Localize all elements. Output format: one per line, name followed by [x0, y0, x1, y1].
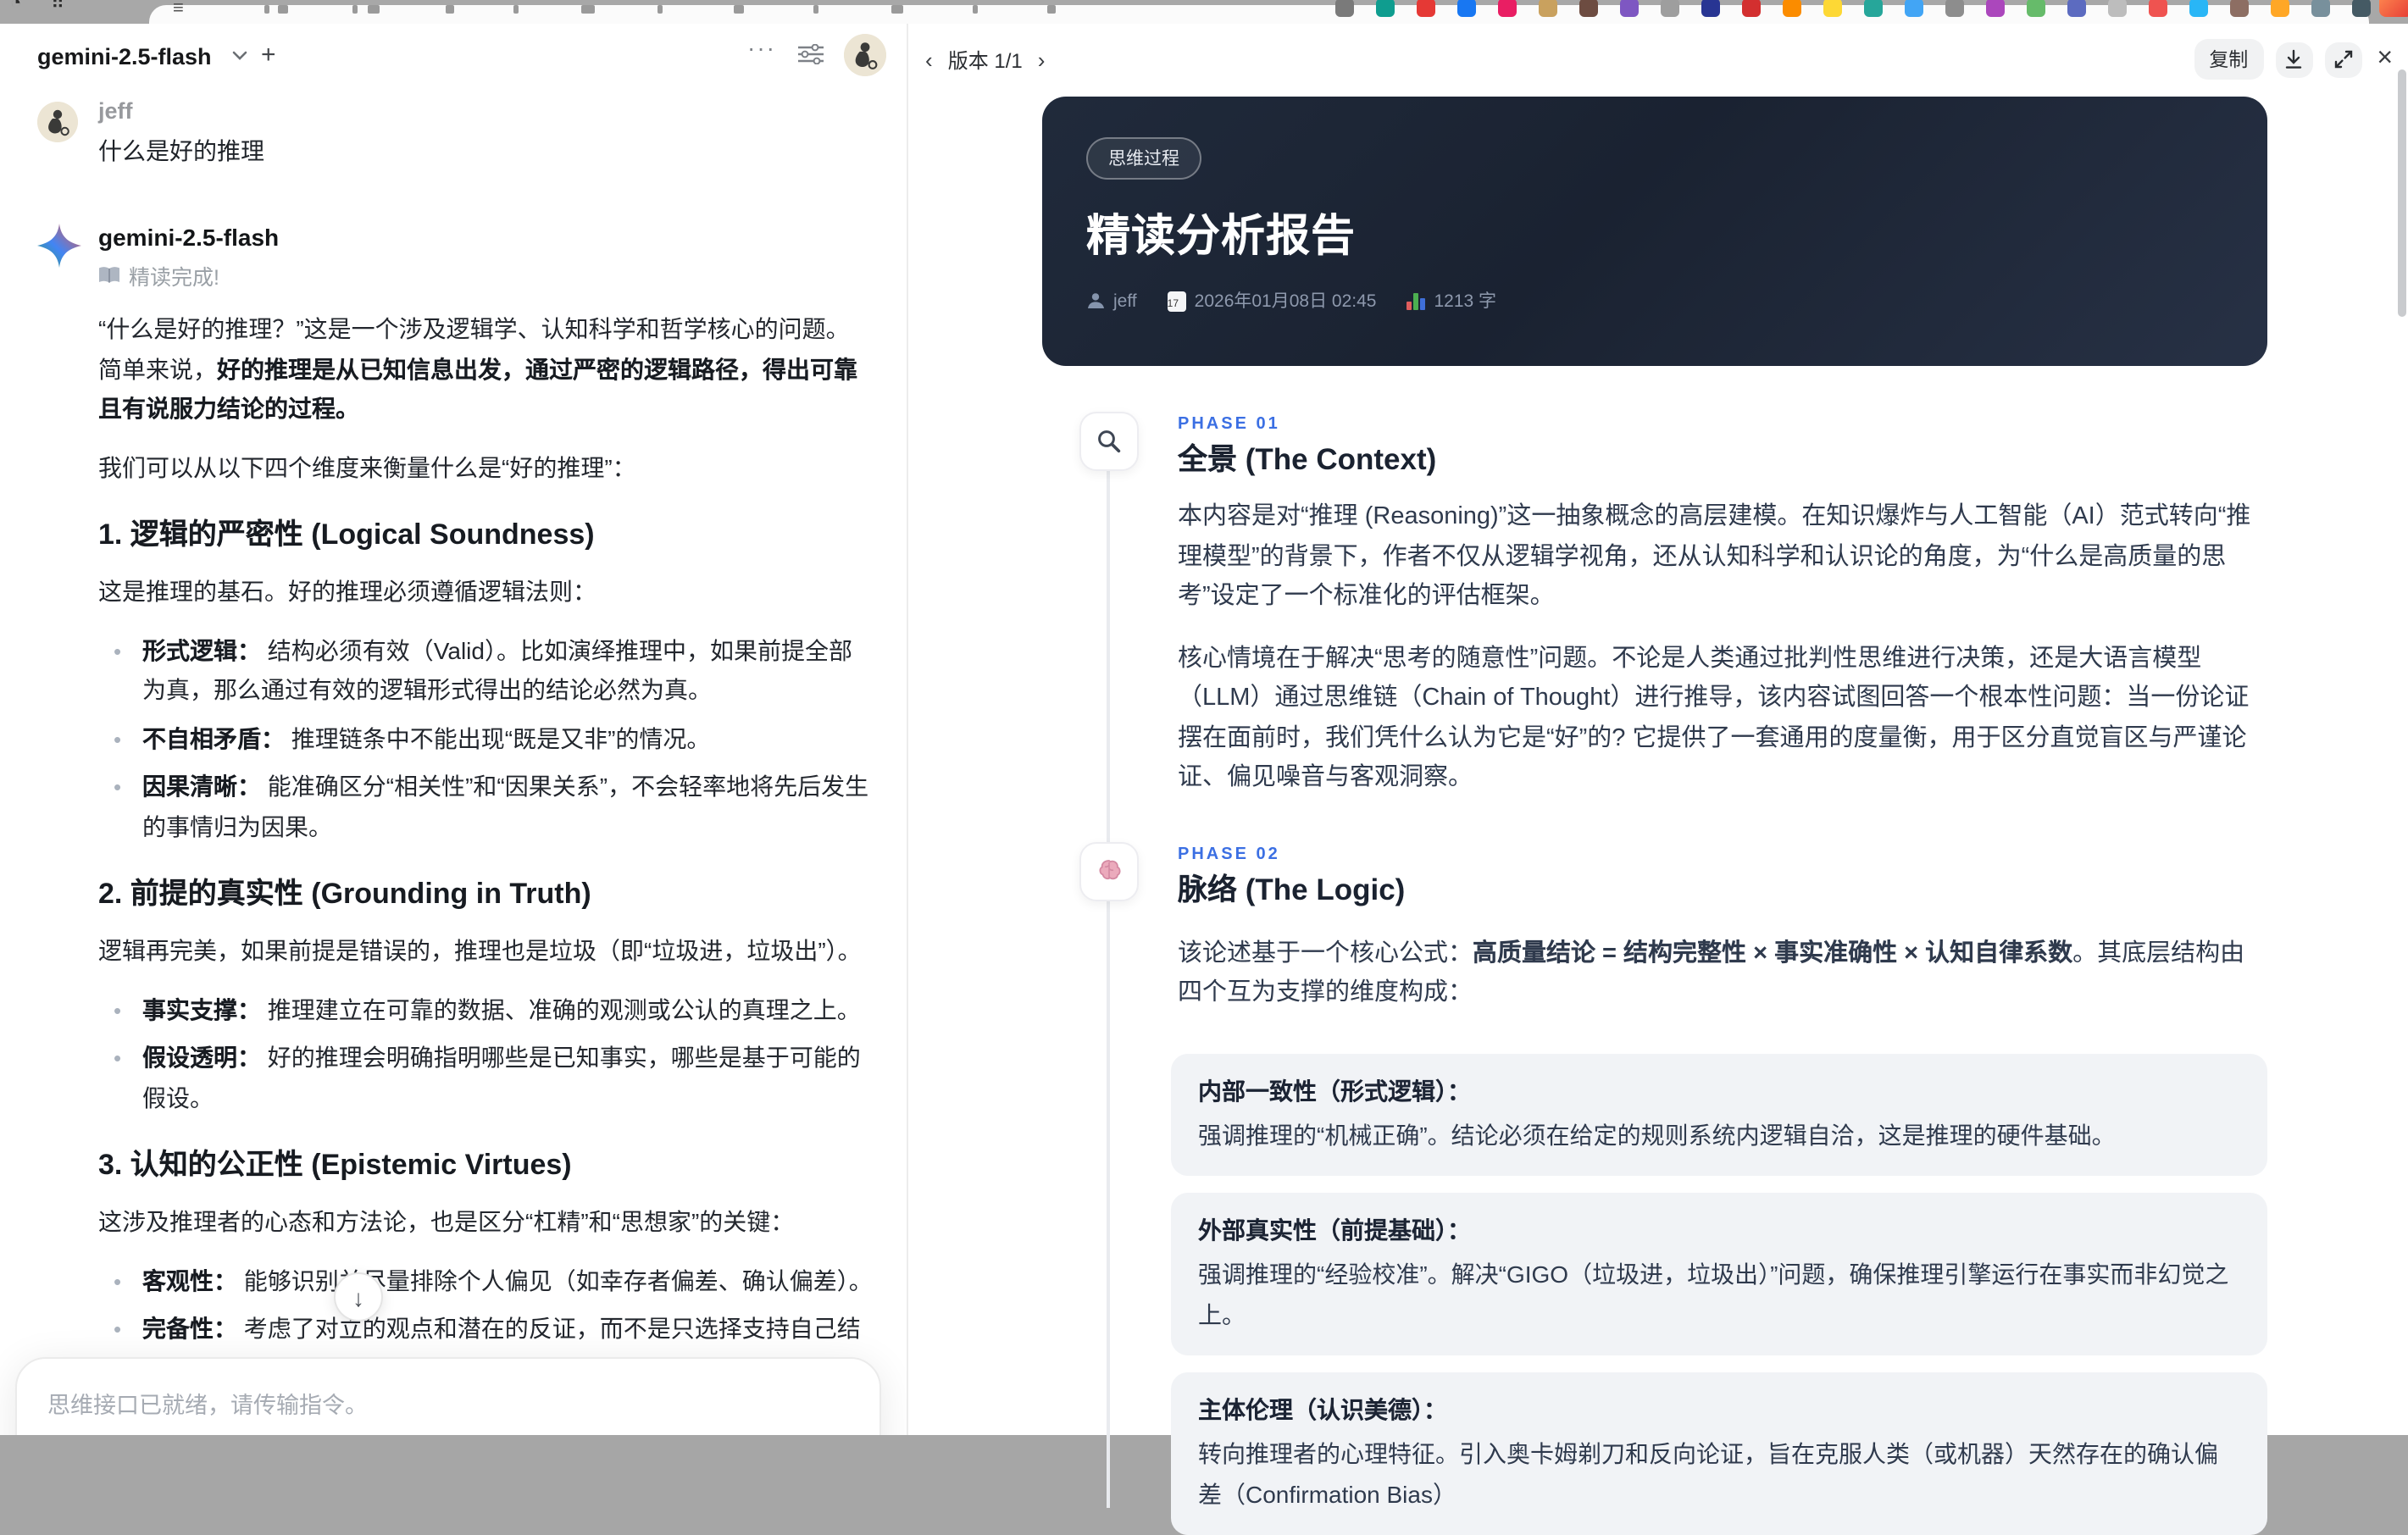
assistant-message: gemini-2.5-flash 精读完成! “什么是好的推理？”这是一个涉及逻…	[0, 224, 907, 1435]
download-icon	[2286, 49, 2302, 69]
brain-icon	[1079, 841, 1139, 900]
phase-section-2: PHASE 02 脉络 (The Logic) 该论述基于一个核心公式：高质量结…	[1042, 841, 2267, 1014]
menubar-app-icons[interactable]	[1335, 0, 2371, 17]
section-heading: 3. 认知的公正性 (Epistemic Virtues)	[98, 1149, 572, 1181]
scroll-to-bottom-button[interactable]: ↓	[334, 1272, 383, 1322]
artifact-panel: ‹ 版本 1/1 › 复制 × 思维过程 精读分析报告 jeff 17 2026…	[907, 24, 2408, 1535]
bullet-list: 形式逻辑： 结构必须有效（Valid）。比如演绎推理中，如果前提全部为真，那么通…	[98, 631, 873, 847]
box-title: 外部真实性（前提基础）：	[1198, 1216, 1471, 1244]
report-meta: jeff 17 2026年01月08日 02:45 1213 字	[1086, 288, 2223, 313]
report-hero-card: 思维过程 精读分析报告 jeff 17 2026年01月08日 02:45 12…	[1042, 97, 2267, 366]
list-item: 形式逻辑： 结构必须有效（Valid）。比如演绎推理中，如果前提全部为真，那么通…	[98, 631, 873, 711]
assistant-name: gemini-2.5-flash	[98, 224, 280, 251]
user-avatar[interactable]	[844, 34, 886, 76]
chevron-down-icon[interactable]	[232, 51, 247, 61]
section-heading: 2. 前提的真实性 (Grounding in Truth)	[98, 878, 591, 910]
user-message-text: 什么是好的推理	[98, 137, 264, 164]
history-icon[interactable]: ◔	[10, 0, 21, 14]
browser-tab[interactable]: ≡	[149, 0, 2371, 24]
download-button[interactable]	[2275, 42, 2313, 77]
screen: ◔ ⠿ ≡ gemini-2.5-flash + ··· jeff 什么是好的推…	[0, 0, 2408, 1535]
version-nav: ‹ 版本 1/1 ›	[925, 46, 1045, 75]
paragraph: 这涉及推理者的心态和方法论，也是区分“杠精”和“思想家”的关键：	[98, 1208, 795, 1235]
more-options-button[interactable]: ···	[747, 34, 776, 61]
paragraph: 逻辑再完美，如果前提是错误的，推理也是垃圾（即“垃圾进，垃圾出”）。	[98, 937, 862, 964]
menubar: ◔ ⠿ ≡	[0, 0, 2408, 25]
copy-button[interactable]: 复制	[2194, 39, 2264, 80]
date-item: 17 2026年01月08日 02:45	[1167, 291, 1377, 312]
list-item: 客观性： 能够识别并尽量排除个人偏见（如幸存者偏差、确认偏差）。	[98, 1261, 873, 1301]
box-text: 强调推理的“机械正确”。结论必须在给定的规则系统内逻辑自洽，这是推理的硬件基础。	[1198, 1121, 2116, 1148]
box-text: 强调推理的“经验校准”。解决“GIGO（垃圾进，垃圾出）”问题，确保推理引擎运行…	[1198, 1261, 2229, 1327]
report-title: 精读分析报告	[1086, 210, 1357, 261]
phase-number: PHASE 01	[1178, 415, 1280, 434]
user-name: jeff	[98, 98, 133, 124]
new-chat-button[interactable]: +	[261, 41, 276, 69]
author-item: jeff	[1086, 291, 1137, 311]
paragraph: 该论述基于一个核心公式：高质量结论 = 结构完整性 × 事实准确性 × 认知自律…	[1178, 939, 2245, 1006]
tune-settings-icon[interactable]	[798, 44, 824, 64]
user-avatar	[37, 102, 78, 142]
menu-icon[interactable]: ≡	[173, 0, 184, 19]
paragraph: 我们可以从以下四个维度来衡量什么是“好的推理”：	[98, 453, 636, 480]
list-item: 事实支撑： 推理建立在可靠的数据、准确的观测或公认的真理之上。	[98, 990, 873, 1030]
dimension-box: 外部真实性（前提基础）： 强调推理的“经验校准”。解决“GIGO（垃圾进，垃圾出…	[1171, 1193, 2267, 1355]
dimension-box: 内部一致性（形式逻辑）： 强调推理的“机械正确”。结论必须在给定的规则系统内逻辑…	[1171, 1053, 2267, 1176]
close-button[interactable]: ×	[2377, 45, 2393, 73]
menubar-corner-app-icon[interactable]	[2379, 0, 2408, 17]
version-label: 版本 1/1	[947, 49, 1023, 73]
paragraph: “什么是好的推理？”这是一个涉及逻辑学、认知科学和哲学核心的问题。简单来说，好的…	[98, 315, 857, 422]
user-message: jeff 什么是好的推理	[0, 98, 907, 168]
dimension-boxes: 内部一致性（形式逻辑）： 强调推理的“机械正确”。结论必须在给定的规则系统内逻辑…	[1171, 1053, 2267, 1535]
phase-number: PHASE 02	[1178, 845, 1280, 863]
scrollbar-thumb[interactable]	[2398, 69, 2406, 317]
next-version-button[interactable]: ›	[1038, 47, 1046, 73]
box-title: 内部一致性（形式逻辑）：	[1198, 1077, 1471, 1104]
phase-title: 脉络 (The Logic)	[1178, 872, 1406, 906]
assistant-markdown: “什么是好的推理？”这是一个涉及逻辑学、认知科学和哲学核心的问题。简单来说，好的…	[98, 310, 873, 1435]
list-item: 因果清晰： 能准确区分“相关性”和“因果关系”，不会轻率地将先后发生的事情归为因…	[98, 768, 873, 847]
composer-placeholder[interactable]: 思维接口已就绪，请传输指令。	[47, 1386, 849, 1420]
person-icon	[1088, 293, 1104, 308]
paragraph: 这是推理的基石。好的推理必须遵循逻辑法则：	[98, 578, 596, 605]
grid-icon[interactable]: ⠿	[51, 0, 64, 14]
box-title: 主体伦理（认识美德）：	[1198, 1396, 1447, 1423]
book-icon	[99, 267, 119, 283]
phase-title: 全景 (The Context)	[1178, 442, 1437, 476]
chat-panel: gemini-2.5-flash + ··· jeff 什么是好的推理 gemi…	[0, 24, 907, 1435]
calendar-icon: 17	[1167, 291, 1186, 311]
box-text: 转向推理者的心理特征。引入奥卡姆剃刀和反向论证，旨在克服人类（或机器）天然存在的…	[1198, 1440, 2218, 1507]
report-body[interactable]: PHASE 01 全景 (The Context) 本内容是对“推理 (Reas…	[1042, 366, 2267, 1535]
prev-version-button[interactable]: ‹	[925, 47, 933, 73]
list-item: 假设透明： 好的推理会明确指明哪些是已知事实，哪些是基于可能的假设。	[98, 1039, 873, 1118]
phase-section-1: PHASE 01 全景 (The Context) 本内容是对“推理 (Reas…	[1042, 412, 2267, 799]
composer[interactable]: 思维接口已就绪，请传输指令。 +	[15, 1357, 881, 1435]
magnifier-icon	[1079, 412, 1139, 471]
arrow-down-icon: ↓	[352, 1283, 364, 1311]
paragraph: 核心情境在于解决“思考的随意性”问题。不论是人类通过批判性思维进行决策，还是大语…	[1178, 645, 2250, 791]
expand-icon	[2334, 50, 2352, 69]
dimension-box: 主体伦理（认识美德）： 转向推理者的心理特征。引入奥卡姆剃刀和反向论证，旨在克服…	[1171, 1372, 2267, 1535]
report-badge: 思维过程	[1086, 137, 1201, 180]
chat-messages[interactable]: jeff 什么是好的推理 gemini-2.5-flash 精读完成! “什么是…	[0, 81, 907, 1435]
expand-button[interactable]	[2324, 42, 2362, 77]
bar-chart-icon	[1407, 291, 1426, 310]
artifact-actions: 复制 ×	[2194, 39, 2393, 80]
chat-header: gemini-2.5-flash + ···	[0, 24, 907, 81]
list-item: 不自相矛盾： 推理链条中不能出现“既是又非”的情况。	[98, 719, 873, 759]
assistant-status: 精读完成!	[98, 259, 907, 291]
model-selector[interactable]: gemini-2.5-flash	[37, 44, 212, 69]
word-count-item: 1213 字	[1407, 288, 1496, 313]
gemini-star-icon	[37, 224, 81, 268]
bullet-list: 事实支撑： 推理建立在可靠的数据、准确的观测或公认的真理之上。 假设透明： 好的…	[98, 990, 873, 1118]
section-heading: 1. 逻辑的严密性 (Logical Soundness)	[98, 518, 595, 551]
paragraph: 本内容是对“推理 (Reasoning)”这一抽象概念的高层建模。在知识爆炸与人…	[1178, 503, 2251, 610]
